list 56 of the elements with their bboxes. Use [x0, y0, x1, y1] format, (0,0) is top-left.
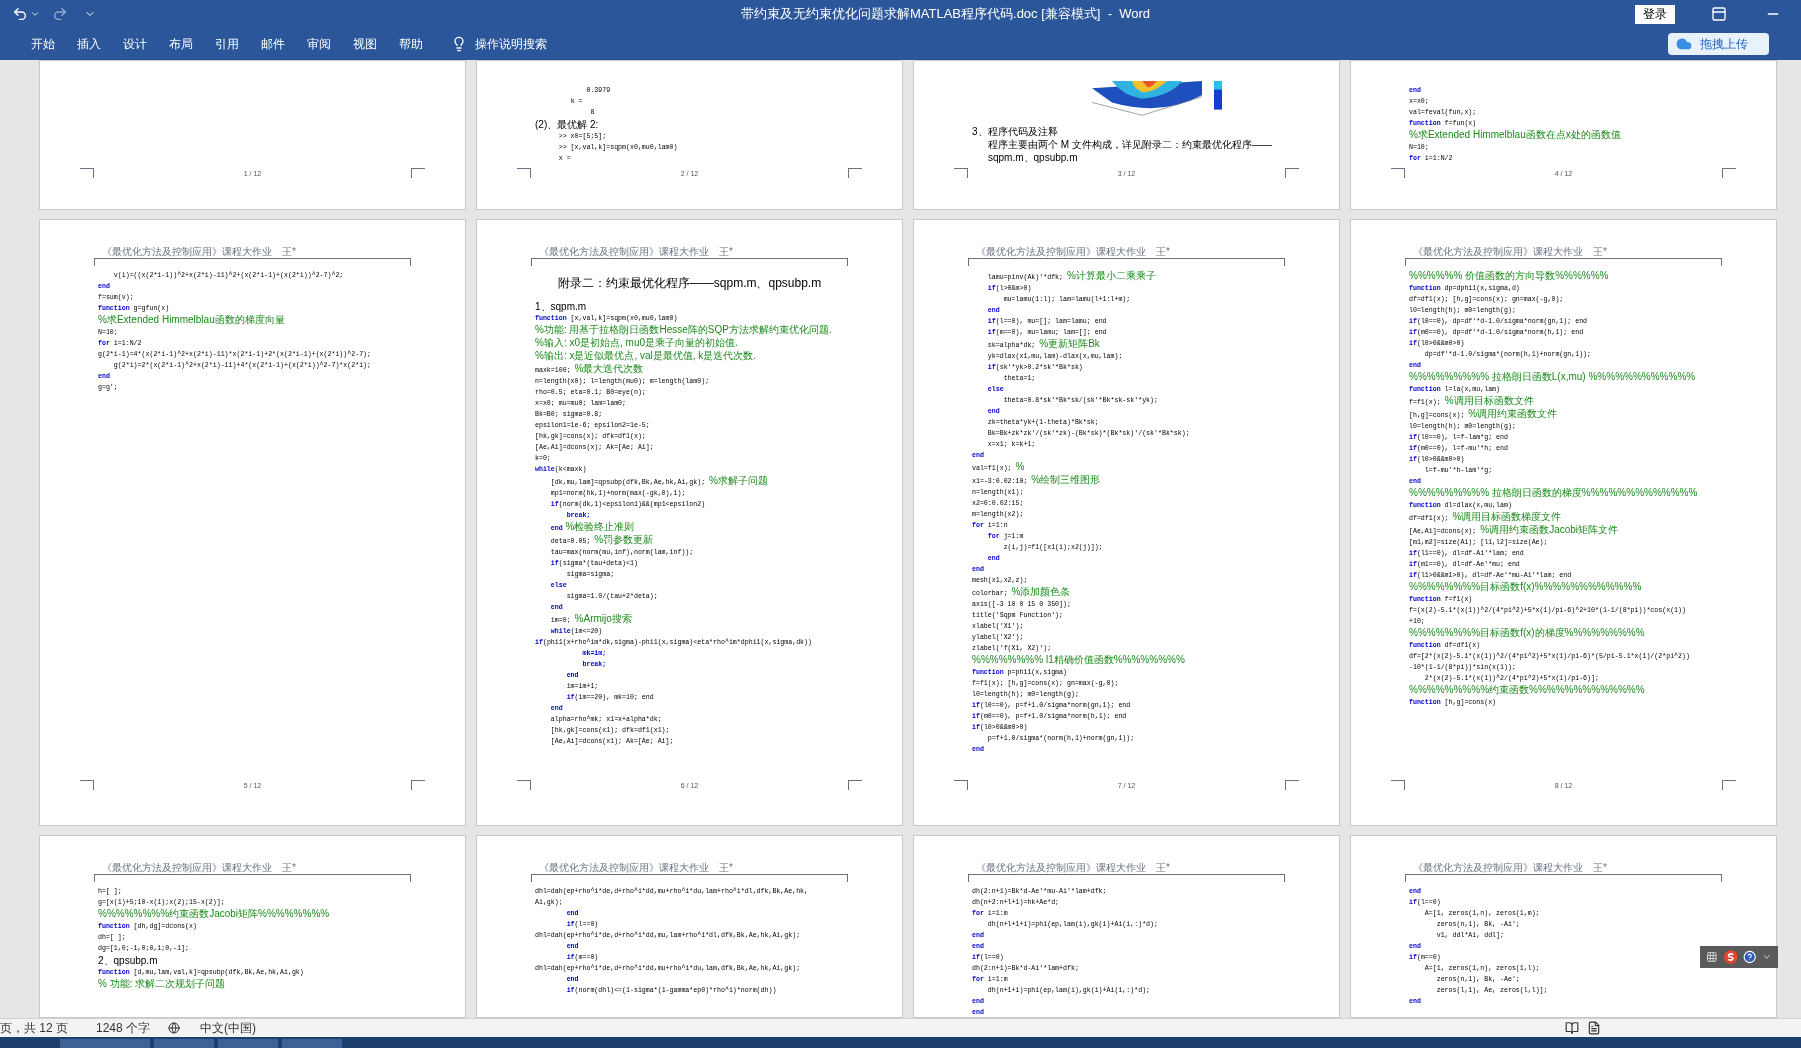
lightbulb-icon[interactable]	[451, 36, 467, 52]
code-line: % 功能: 求解二次规划子问题	[98, 978, 226, 991]
proofing-icon[interactable]	[168, 1022, 181, 1034]
undo-icon[interactable]	[12, 6, 28, 22]
print-layout-icon[interactable]	[1587, 1021, 1601, 1035]
code-line: %%%%%%%% l1精确价值函数%%%%%%%%	[972, 654, 1185, 667]
read-mode-icon[interactable]	[1565, 1021, 1579, 1035]
code-line: %输出: x是近似最优点, val是最优值, k是迭代次数.	[535, 350, 757, 363]
code-line: %%%%%%%%约束函数Jacobi矩阵%%%%%%%%	[98, 908, 330, 921]
window-title: 带约束及无约束优化问题求解MATLAB程序代码.doc [兼容模式] - Word	[739, 5, 1152, 24]
page-header: 《最优化方法及控制应用》课程大作业 王*	[975, 862, 1170, 874]
code-line: %功能: 用基于拉格朗日函数Hesse阵的SQP方法求解约束优化问题.	[535, 324, 832, 337]
ribbon-tab[interactable]: 设计	[123, 35, 147, 53]
code-line: %%%%%%%%% 拉格朗日函数L(x,mu) %%%%%%%%%%%%	[1409, 371, 1696, 384]
ribbon-tab[interactable]: 开始	[31, 35, 55, 53]
page-header: 《最优化方法及控制应用》课程大作业 王*	[538, 862, 733, 874]
code-line: %%%%%%%%% 拉格朗日函数的梯度%%%%%%%%%%%%%	[1409, 487, 1698, 500]
code-line: %求Extended Himmelblau函数在点x处的函数值	[1409, 128, 1621, 142]
logo-icon[interactable]	[1723, 950, 1737, 964]
section-heading: 3、程序代码及注释	[972, 124, 1058, 138]
page-count[interactable]: 页，共 12 页	[0, 1019, 68, 1037]
ribbon-tab[interactable]: 视图	[353, 35, 377, 53]
section-heading: 1、sqpm.m	[535, 300, 587, 313]
page-header: 《最优化方法及控制应用》课程大作业 王*	[101, 862, 296, 874]
ribbon-tab[interactable]: 帮助	[399, 35, 423, 53]
page-header: 《最优化方法及控制应用》课程大作业 王*	[975, 246, 1170, 258]
ribbon-tab[interactable]: 引用	[215, 35, 239, 53]
caret-icon[interactable]	[1762, 952, 1772, 962]
section-heading: (2)、最优解 2:	[535, 117, 599, 131]
page-header: 《最优化方法及控制应用》课程大作业 王*	[1412, 246, 1607, 258]
page-header: 《最优化方法及控制应用》课程大作业 王*	[1412, 862, 1607, 874]
word-count[interactable]: 1248 个字	[96, 1019, 151, 1037]
help-icon[interactable]	[1742, 950, 1757, 964]
tell-me-search[interactable]: 操作说明搜索	[475, 35, 547, 53]
section-heading: 2、qpsubp.m	[98, 954, 158, 967]
upload-button[interactable]: 拖拽上传	[1668, 33, 1769, 55]
page-header: 《最优化方法及控制应用》课程大作业 王*	[101, 246, 296, 258]
page-header: 《最优化方法及控制应用》课程大作业 王*	[538, 246, 733, 258]
ribbon-tab[interactable]: 布局	[169, 35, 193, 53]
ribbon-tab[interactable]: 插入	[77, 35, 101, 53]
code-line: %%%%%%%%目标函数f(x)%%%%%%%%%%%%	[1409, 581, 1642, 594]
sign-in-button[interactable]: 登录	[1635, 4, 1675, 24]
ribbon-tab[interactable]: 审阅	[307, 35, 331, 53]
language-indicator[interactable]: 中文(中国)	[200, 1019, 257, 1037]
ribbon-display-icon[interactable]	[1711, 6, 1727, 22]
code-line: %%%%%%%%目标函数f(x)的梯度%%%%%%%%%	[1409, 627, 1645, 640]
cloud-icon	[1676, 36, 1692, 52]
code-line: %%%%%%%%%约束函数%%%%%%%%%%%%%	[1409, 684, 1645, 697]
code-line: %求Extended Himmelblau函数的梯度向量	[98, 314, 285, 327]
ribbon-tab[interactable]: 邮件	[261, 35, 285, 53]
code-line: %输入: x0是初始点, mu0是乘子向量的初始值.	[535, 337, 738, 350]
paragraph: 程序主要由两个 M 文件构成，详见附录二：约束最优化程序——sqpm.m、qpsubp.m	[987, 137, 1273, 164]
appendix-title: 附录二：约束最优化程序——sqpm.m、qpsubp.m	[556, 275, 823, 292]
grid-icon[interactable]	[1706, 951, 1718, 963]
code-line: %%%%%% 价值函数的方向导数%%%%%%	[1409, 270, 1609, 283]
caret-icon[interactable]	[30, 9, 40, 19]
